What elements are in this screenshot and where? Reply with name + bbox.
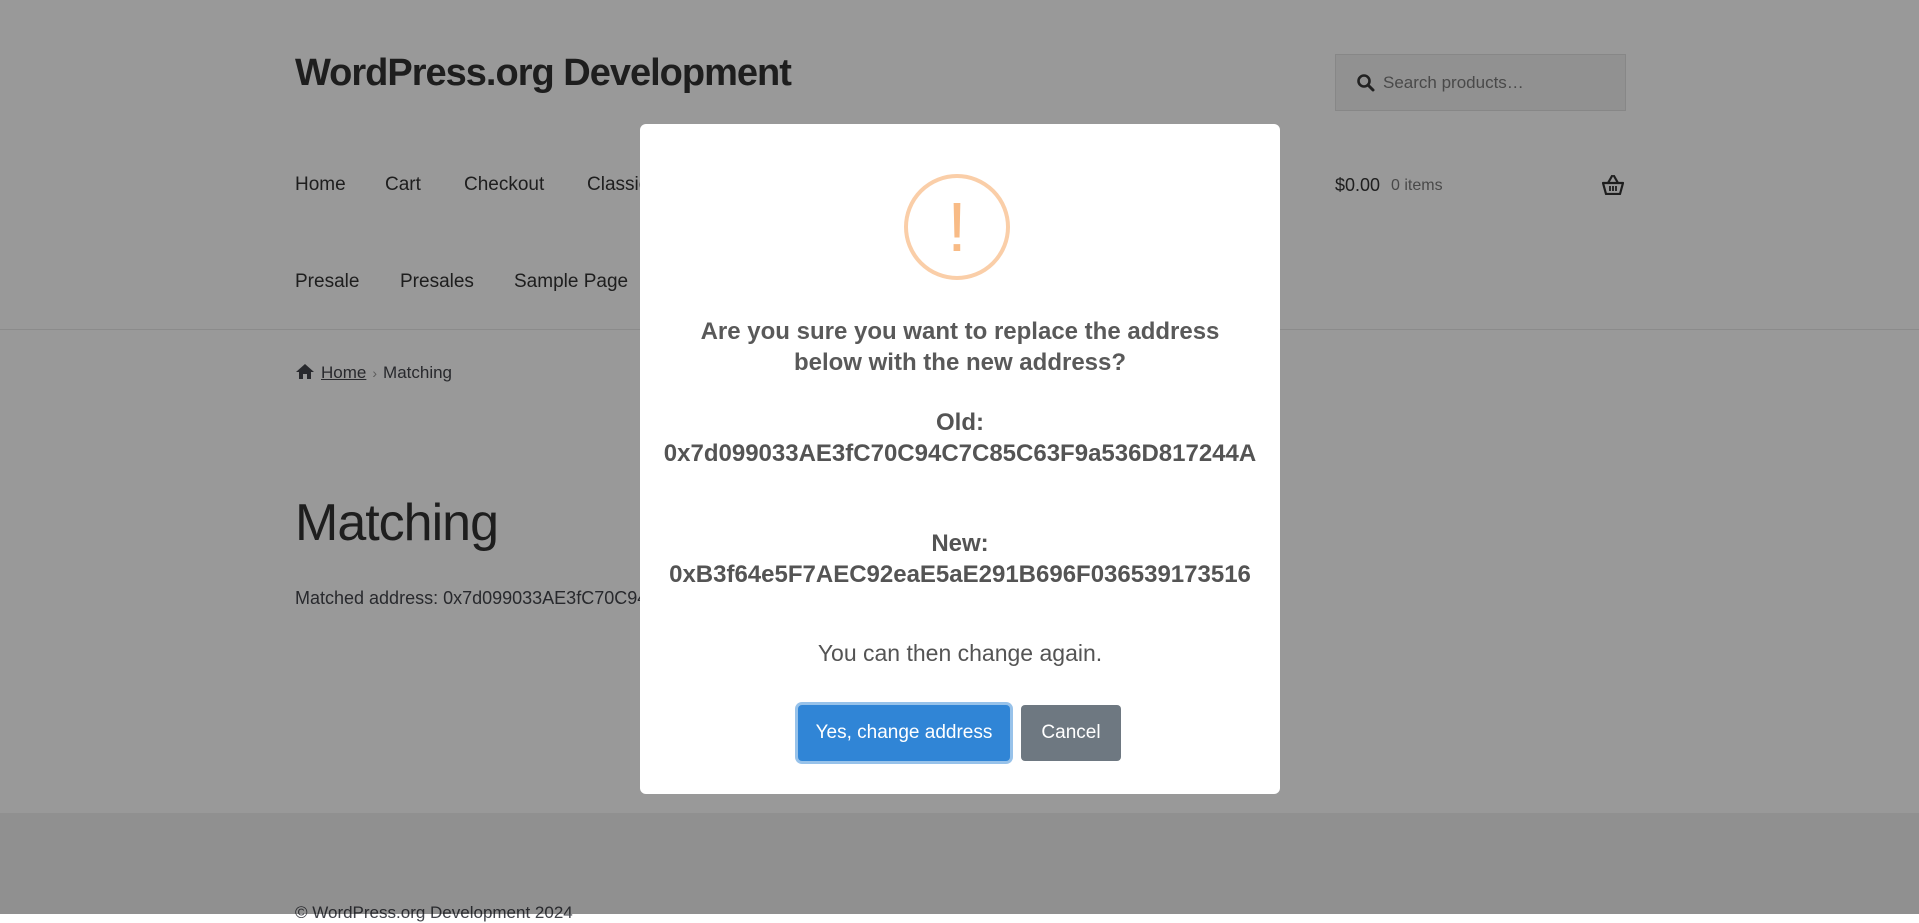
new-address-value: 0xB3f64e5F7AEC92eaE5aE291B696F0365391735… [669,561,1251,588]
dialog-note: You can then change again. [817,640,1103,666]
old-address-block: Old: 0x7d099033AE3fC70C94C7C85C63F9a536D… [660,407,1260,469]
old-address-label: Old: [936,409,984,436]
confirm-change-address-button[interactable]: Yes, change address [798,705,1010,761]
old-address-value: 0x7d099033AE3fC70C94C7C85C63F9a536D81724… [663,440,1257,467]
cancel-button[interactable]: Cancel [1021,705,1121,761]
dialog-title: Are you sure you want to replace the add… [700,318,1220,376]
warning-icon: ! [904,174,1010,280]
confirm-dialog: ! Are you sure you want to replace the a… [640,124,1280,794]
new-address-label: New: [931,530,989,557]
new-address-block: New: 0xB3f64e5F7AEC92eaE5aE291B696F03653… [660,528,1260,590]
